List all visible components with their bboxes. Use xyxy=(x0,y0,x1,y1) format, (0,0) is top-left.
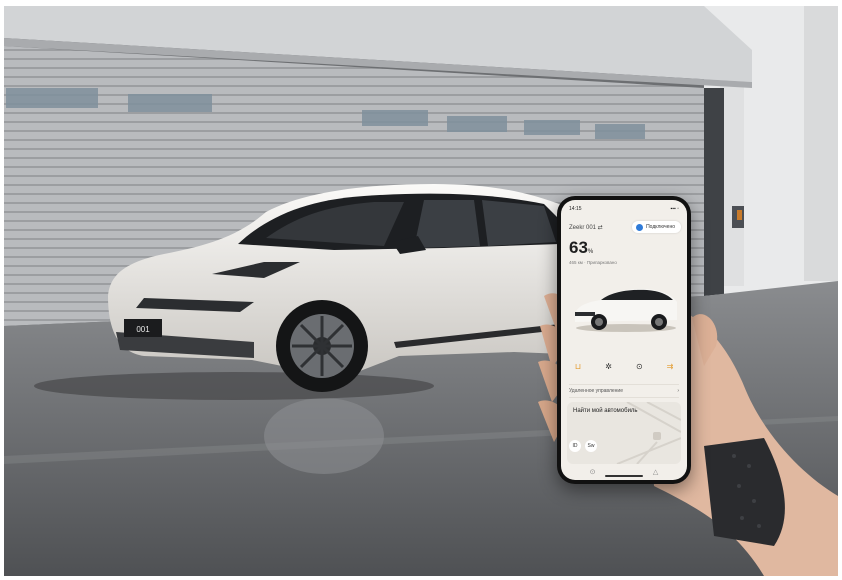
status-bar: 14:15 ▪▪▪ ▫ xyxy=(569,206,679,214)
range-text: 465 км · Припарковано xyxy=(569,260,617,265)
find-my-car-card[interactable]: Найти мой автомобиль xyxy=(567,402,681,464)
phone-screen: 14:15 ▪▪▪ ▫ Zeekr 001 ⇄ Подключено 63% 4… xyxy=(561,200,687,480)
lock-icon[interactable]: ⊙ xyxy=(630,360,648,374)
remote-control-row[interactable]: Удаленное управление › xyxy=(569,384,679,398)
shortcut-pill[interactable]: Sw xyxy=(585,440,597,452)
battery-value: 63 xyxy=(569,238,588,257)
bluetooth-icon xyxy=(636,223,644,231)
fan-icon[interactable]: ✲ xyxy=(600,360,618,374)
garage-background: 001 xyxy=(4,6,838,576)
photo-scene: 001 14:15 ▪▪▪ ▫ Zeekr 001 ⇄ Подключено 6… xyxy=(4,6,838,576)
home-indicator xyxy=(605,475,643,477)
car-thumbnail-image xyxy=(575,288,677,332)
charge-icon[interactable]: ⇉ xyxy=(661,360,679,374)
car-name-label: Zeekr 001 ⇄ xyxy=(569,225,603,231)
connection-label: Подключено xyxy=(646,224,675,230)
battery-level: 63% xyxy=(569,238,593,258)
status-time: 14:15 xyxy=(569,206,582,212)
person-tab-icon[interactable]: △ xyxy=(653,468,658,476)
quick-controls: ⊔ ✲ ⊙ ⇉ xyxy=(569,360,679,374)
tab-bar: ⊙ △ xyxy=(561,464,687,480)
car-tab-icon[interactable]: ⊙ xyxy=(590,468,596,476)
smartphone: 14:15 ▪▪▪ ▫ Zeekr 001 ⇄ Подключено 63% 4… xyxy=(557,196,691,484)
battery-unit: % xyxy=(587,249,594,255)
trunk-icon[interactable]: ⊔ xyxy=(569,360,587,374)
chevron-right-icon: › xyxy=(677,388,679,394)
shortcut-pills: ID Sw xyxy=(569,440,597,452)
shortcut-pill[interactable]: ID xyxy=(569,440,581,452)
connection-button[interactable]: Подключено xyxy=(632,221,681,233)
remote-control-label: Удаленное управление xyxy=(569,388,623,394)
license-plate-text: 001 xyxy=(136,325,150,334)
find-my-car-label: Найти мой автомобиль xyxy=(573,408,638,414)
status-signal: ▪▪▪ ▫ xyxy=(670,206,679,212)
